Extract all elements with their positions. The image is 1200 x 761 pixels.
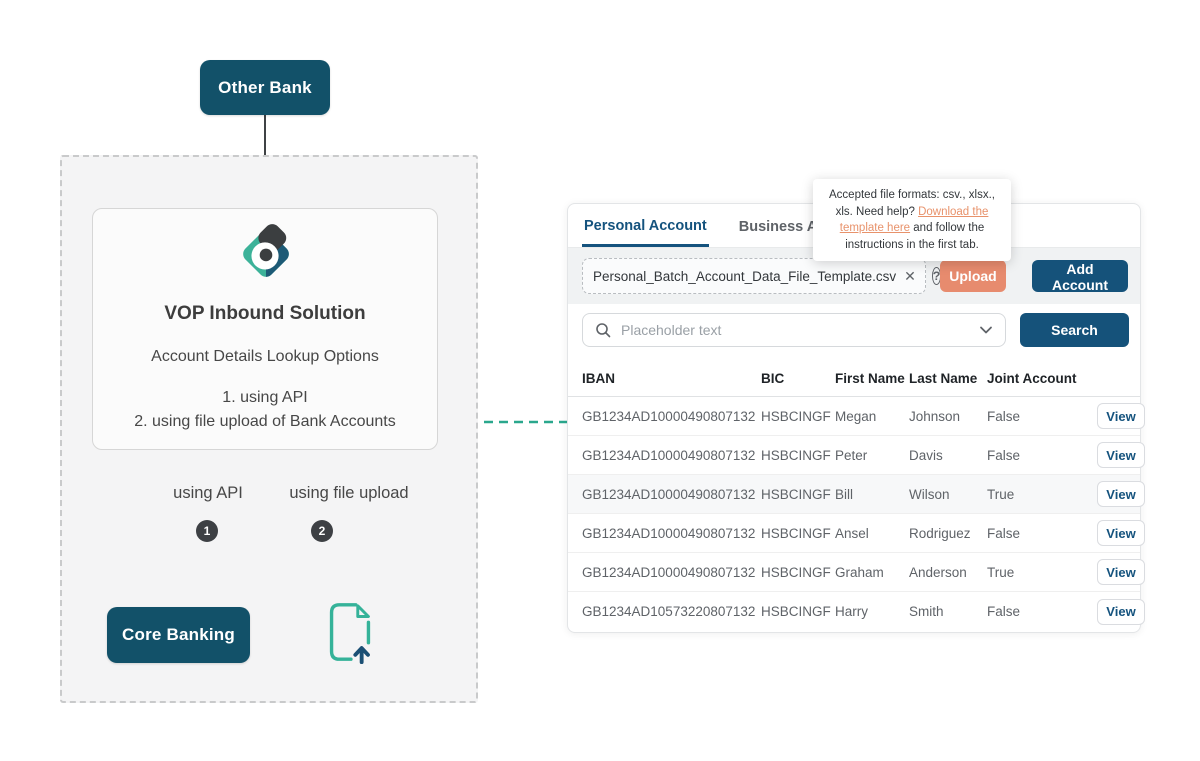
table-row: GB1234AD10573220807132 HSBCINGF Harry Sm… <box>568 592 1140 631</box>
search-field[interactable] <box>582 313 1006 347</box>
lookup-option-2: 2. using file upload of Bank Accounts <box>93 413 437 431</box>
brand-logo-icon <box>235 223 297 285</box>
cell-first-name: Graham <box>835 565 909 580</box>
table-row: GB1234AD10000490807132 HSBCINGF Graham A… <box>568 553 1140 592</box>
view-button[interactable]: View <box>1097 599 1145 625</box>
cell-bic: HSBCINGF <box>761 604 835 619</box>
chevron-down-icon[interactable] <box>979 325 993 335</box>
vop-solution-card: VOP Inbound Solution Account Details Loo… <box>92 208 438 450</box>
cell-first-name: Ansel <box>835 526 909 541</box>
lookup-option-1: 1. using API <box>93 389 437 407</box>
search-icon <box>595 322 611 338</box>
table-row: GB1234AD10000490807132 HSBCINGF Ansel Ro… <box>568 514 1140 553</box>
view-button[interactable]: View <box>1097 520 1145 546</box>
cell-last-name: Anderson <box>909 565 987 580</box>
canvas: Other Bank VOP Inbound Solution Account … <box>0 0 1200 761</box>
core-banking-node: Core Banking <box>107 607 250 663</box>
cell-first-name: Megan <box>835 409 909 424</box>
cell-joint-account: True <box>987 565 1097 580</box>
search-button[interactable]: Search <box>1020 313 1129 347</box>
cell-iban: GB1234AD10000490807132 <box>582 448 761 463</box>
branch-label-file-upload: using file upload <box>278 484 420 503</box>
cell-bic: HSBCINGF <box>761 448 835 463</box>
file-chip: Personal_Batch_Account_Data_File_Templat… <box>582 258 926 294</box>
cell-bic: HSBCINGF <box>761 487 835 502</box>
table-row: GB1234AD10000490807132 HSBCINGF Megan Jo… <box>568 397 1140 436</box>
cell-last-name: Rodriguez <box>909 526 987 541</box>
col-first-name: First Name <box>835 371 909 386</box>
cell-bic: HSBCINGF <box>761 565 835 580</box>
cell-joint-account: False <box>987 526 1097 541</box>
cell-iban: GB1234AD10573220807132 <box>582 604 761 619</box>
cell-joint-account: False <box>987 409 1097 424</box>
col-iban: IBAN <box>582 371 761 386</box>
table-row: GB1234AD10000490807132 HSBCINGF Bill Wil… <box>568 475 1140 514</box>
upload-help-tooltip: Accepted file formats: csv., xlsx., xls.… <box>813 179 1011 261</box>
cell-last-name: Smith <box>909 604 987 619</box>
cell-last-name: Wilson <box>909 487 987 502</box>
view-button[interactable]: View <box>1097 481 1145 507</box>
col-joint-account: Joint Account <box>987 371 1097 386</box>
cell-bic: HSBCINGF <box>761 526 835 541</box>
cell-last-name: Johnson <box>909 409 987 424</box>
cell-iban: GB1234AD10000490807132 <box>582 565 761 580</box>
accounts-panel: Personal Account Business Account Person… <box>567 203 1141 633</box>
col-bic: BIC <box>761 371 835 386</box>
cell-iban: GB1234AD10000490807132 <box>582 487 761 502</box>
search-row: Search <box>568 304 1140 361</box>
cell-first-name: Peter <box>835 448 909 463</box>
col-last-name: Last Name <box>909 371 987 386</box>
other-bank-label: Other Bank <box>218 78 312 98</box>
branch-label-api: using API <box>148 484 268 503</box>
view-button[interactable]: View <box>1097 442 1145 468</box>
view-button[interactable]: View <box>1097 559 1145 585</box>
cell-iban: GB1234AD10000490807132 <box>582 526 761 541</box>
branch-number-1-badge: 1 <box>196 520 218 542</box>
cell-first-name: Bill <box>835 487 909 502</box>
cell-joint-account: False <box>987 448 1097 463</box>
cell-joint-account: False <box>987 604 1097 619</box>
cell-first-name: Harry <box>835 604 909 619</box>
solution-subtitle: Account Details Lookup Options <box>93 348 437 366</box>
close-icon[interactable]: ✕ <box>904 268 916 285</box>
view-button[interactable]: View <box>1097 403 1145 429</box>
add-account-button[interactable]: Add Account <box>1032 260 1128 292</box>
branch-number-2-badge: 2 <box>311 520 333 542</box>
tab-personal-account[interactable]: Personal Account <box>582 206 709 247</box>
search-input[interactable] <box>619 321 971 339</box>
other-bank-node: Other Bank <box>200 60 330 115</box>
file-name: Personal_Batch_Account_Data_File_Templat… <box>593 269 896 284</box>
cell-iban: GB1234AD10000490807132 <box>582 409 761 424</box>
table-row: GB1234AD10000490807132 HSBCINGF Peter Da… <box>568 436 1140 475</box>
cell-joint-account: True <box>987 487 1097 502</box>
accounts-table: IBAN BIC First Name Last Name Joint Acco… <box>568 361 1140 631</box>
table-header: IBAN BIC First Name Last Name Joint Acco… <box>568 361 1140 397</box>
solution-title: VOP Inbound Solution <box>93 303 437 325</box>
upload-button[interactable]: Upload <box>940 260 1006 292</box>
cell-bic: HSBCINGF <box>761 409 835 424</box>
core-banking-label: Core Banking <box>122 625 235 645</box>
file-upload-icon <box>324 600 376 666</box>
cell-last-name: Davis <box>909 448 987 463</box>
